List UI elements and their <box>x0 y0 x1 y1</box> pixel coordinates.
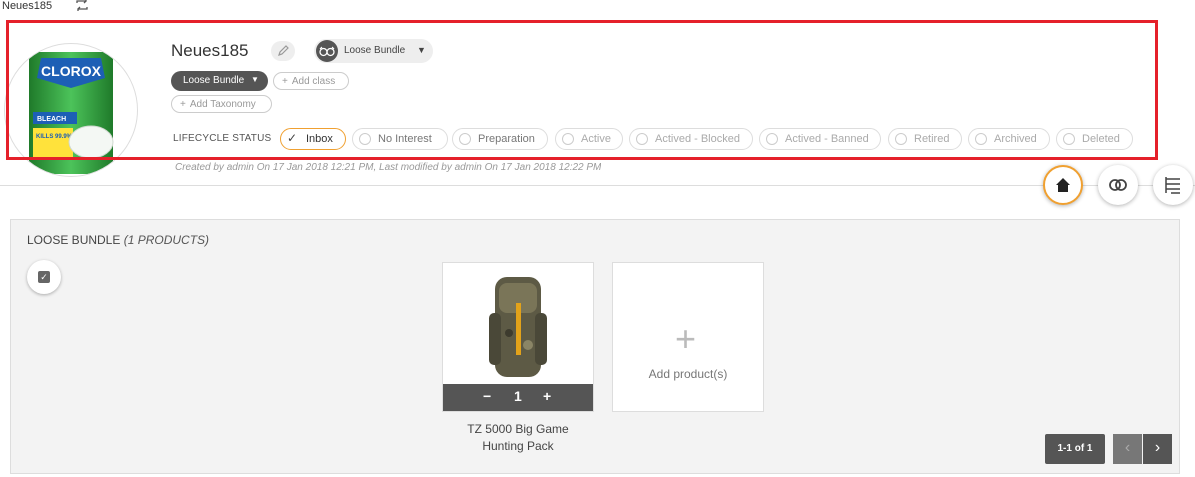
product-avatar[interactable]: CLOROX BLEACH KILLS 99.9% <box>4 43 138 177</box>
chevron-down-icon: ▼ <box>251 75 259 84</box>
lifecycle-option-inbox[interactable]: ✓ Inbox <box>280 128 346 150</box>
tree-icon <box>1165 177 1180 194</box>
checkbox-icon: ✓ <box>38 271 50 283</box>
radio-icon <box>562 133 574 145</box>
lifecycle-option-label: Retired <box>914 133 950 145</box>
glasses-icon <box>316 40 338 62</box>
lifecycle-option-retired[interactable]: Retired <box>888 128 962 150</box>
add-product-card[interactable]: + Add product(s) <box>612 262 764 412</box>
tree-button[interactable] <box>1153 165 1193 205</box>
class-pill[interactable]: Loose Bundle ▼ <box>171 71 268 91</box>
lifecycle-option-archived[interactable]: Archived <box>968 128 1050 150</box>
created-modified-info: Created by admin On 17 Jan 2018 12:21 PM… <box>175 162 602 172</box>
decrement-button[interactable]: − <box>483 388 491 404</box>
window-titlebar: Neues185 <box>0 0 1195 14</box>
lifecycle-label: LIFECYCLE STATUS <box>173 133 272 144</box>
radio-icon <box>766 133 778 145</box>
product-name-line: Hunting Pack <box>482 439 554 453</box>
plus-icon: + <box>675 318 697 359</box>
svg-text:KILLS 99.9%: KILLS 99.9% <box>36 134 73 140</box>
product-name-caption: TZ 5000 Big Game Hunting Pack <box>442 421 594 455</box>
lifecycle-option-label: Actived - Blocked <box>655 133 740 145</box>
panel-product-count: (1 PRODUCTS) <box>123 233 210 247</box>
lifecycle-option-label: Active <box>581 133 611 145</box>
bundle-type-select[interactable]: Loose Bundle ▼ <box>314 39 433 63</box>
lifecycle-option-actived-banned[interactable]: Actived - Banned <box>759 128 881 150</box>
home-button[interactable] <box>1043 165 1083 205</box>
add-class-button[interactable]: + Add class <box>273 72 349 90</box>
product-name: Neues185 <box>171 41 249 60</box>
radio-icon <box>895 133 907 145</box>
window-title: Neues185 <box>2 0 53 12</box>
radio-icon <box>975 133 987 145</box>
panel-title-text: LOOSE BUNDLE <box>27 233 121 247</box>
product-card[interactable]: − 1 + <box>442 262 594 412</box>
backpack-image <box>489 277 547 377</box>
add-taxonomy-button[interactable]: + Add Taxonomy <box>171 95 272 113</box>
pencil-icon <box>278 45 289 56</box>
product-header: CLOROX BLEACH KILLS 99.9% Neues185 Loose… <box>0 14 1195 186</box>
lifecycle-option-preparation[interactable]: Preparation <box>452 128 548 150</box>
radio-icon <box>636 133 648 145</box>
lifecycle-option-label: Actived - Banned <box>785 133 869 145</box>
home-icon <box>1056 178 1070 192</box>
lifecycle-option-label: Preparation <box>478 133 535 145</box>
lifecycle-option-label: Archived <box>994 133 1037 145</box>
chevron-down-icon: ▼ <box>417 45 426 55</box>
plus-icon: + <box>282 76 288 87</box>
lifecycle-option-actived-blocked[interactable]: Actived - Blocked <box>629 128 753 150</box>
bundle-panel: LOOSE BUNDLE (1 PRODUCTS) ✓ − 1 + + Add … <box>10 219 1180 474</box>
radio-icon <box>359 133 371 145</box>
quantity-value: 1 <box>514 388 522 404</box>
class-label: Loose Bundle <box>183 75 245 86</box>
edit-name-button[interactable] <box>271 41 295 61</box>
radio-icon <box>1063 133 1075 145</box>
lifecycle-option-label: Deleted <box>1082 133 1120 145</box>
refresh-icon[interactable] <box>74 0 90 13</box>
add-product-label: Add product(s) <box>648 367 728 381</box>
increment-button[interactable]: + <box>543 388 551 404</box>
add-taxonomy-label: Add Taxonomy <box>189 99 256 110</box>
next-page-button[interactable]: › <box>1143 434 1172 464</box>
clorox-product-image: CLOROX BLEACH KILLS 99.9% <box>29 52 114 174</box>
product-name-line: TZ 5000 Big Game <box>467 422 569 436</box>
lifecycle-option-active[interactable]: Active <box>555 128 623 150</box>
add-class-label: Add class <box>291 76 336 87</box>
link-button[interactable] <box>1098 165 1138 205</box>
svg-text:BLEACH: BLEACH <box>37 116 66 123</box>
lifecycle-option-label: No Interest <box>378 133 432 145</box>
lifecycle-option-label: Inbox <box>306 133 333 145</box>
check-icon: ✓ <box>287 131 298 145</box>
panel-title: LOOSE BUNDLE (1 PRODUCTS) <box>27 233 209 247</box>
quantity-stepper[interactable]: − 1 + <box>443 384 593 411</box>
plus-icon: + <box>180 99 186 110</box>
lifecycle-option-deleted[interactable]: Deleted <box>1056 128 1133 150</box>
radio-icon <box>459 133 471 145</box>
select-all-button[interactable]: ✓ <box>27 260 61 294</box>
svg-text:CLOROX: CLOROX <box>41 63 102 79</box>
prev-page-button[interactable]: ‹ <box>1113 434 1142 464</box>
bundle-type-label: Loose Bundle <box>344 45 406 56</box>
pagination-info: 1-1 of 1 <box>1045 434 1105 464</box>
link-icon <box>1109 179 1127 191</box>
lifecycle-option-no-interest[interactable]: No Interest <box>352 128 448 150</box>
